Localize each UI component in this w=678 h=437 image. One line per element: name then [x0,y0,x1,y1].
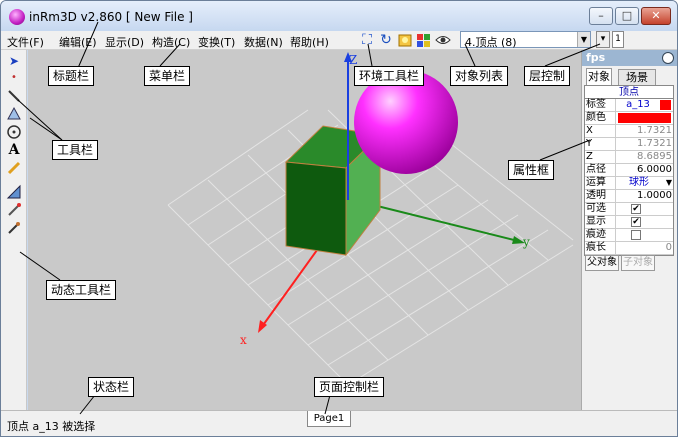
left-toolbar: ➤ • A [1,50,27,410]
circle-tool-icon[interactable] [6,124,22,140]
text-tool-icon[interactable]: A [6,142,22,158]
callout-page-control: 页面控制栏 [314,377,385,397]
close-button[interactable]: ✕ [641,7,671,25]
palette-icon[interactable] [416,32,432,48]
chevron-down-icon[interactable]: ▼ [577,32,590,47]
prop-row-color[interactable]: 颜色 [585,112,673,125]
select-arrow-icon[interactable]: ➤ [6,53,22,69]
property-header: 顶点 [585,86,673,99]
color-swatch[interactable] [618,113,671,123]
callout-property-box: 属性框 [508,160,555,180]
parent-object-button[interactable]: 父对象 [585,255,619,271]
minimize-button[interactable]: – [589,7,613,25]
window-title: inRm3D v2.860 [ New File ] [29,10,193,24]
status-text: 顶点 a_13 被选择 [7,420,96,433]
callout-layer-control: 层控制 [524,66,571,86]
prop-row-selectable[interactable]: 可选 ✔ [585,203,673,216]
fit-view-icon[interactable]: ⛶ [359,32,375,48]
visible-checkbox[interactable]: ✔ [631,217,641,227]
callout-title-bar: 标题栏 [48,66,95,86]
scene-canvas: Z x y [167,52,574,386]
property-panel: fps 对象 场景 顶点 标签 a_13 颜色 X 1.7321 Y 1.7321 … [581,50,677,410]
chevron-down-icon[interactable]: ▼ [666,177,672,189]
trace-checkbox[interactable] [631,230,641,240]
dropper-tool-icon[interactable] [6,220,22,236]
prop-row-trace[interactable]: 痕迹 [585,229,673,242]
property-table: 顶点 标签 a_13 颜色 X 1.7321 Y 1.7321 Z 8.6895 点径… [584,85,674,256]
point-tool-icon[interactable]: • [6,70,22,86]
title-bar: inRm3D v2.860 [ New File ] – □ ✕ [1,1,677,31]
menu-file[interactable]: 文件(F) [7,34,44,50]
callout-menu-bar: 菜单栏 [144,66,191,86]
prop-row-visible[interactable]: 显示 ✔ [585,216,673,229]
callout-dynamic-toolbar: 动态工具栏 [46,280,117,300]
prop-row-label[interactable]: 标签 a_13 [585,99,673,112]
tab-scene[interactable]: 场景 [618,69,656,86]
prop-row-render[interactable]: 运算 球形 ▼ [585,177,673,190]
prop-row-opacity[interactable]: 透明 1.0000 [585,190,673,203]
menu-data[interactable]: 数据(N) [244,34,283,50]
line-tool-icon[interactable] [6,88,22,104]
selectable-checkbox[interactable]: ✔ [631,204,641,214]
callout-env-toolbar: 环境工具栏 [354,66,425,86]
measure-tool-icon[interactable] [6,184,22,200]
menu-edit[interactable]: 编辑(E) [59,34,97,50]
eye-icon[interactable] [435,32,451,48]
app-logo-icon [9,9,25,25]
pencil-tool-icon[interactable] [6,160,22,176]
menu-view[interactable]: 显示(D) [105,34,144,50]
tab-object[interactable]: 对象 [586,68,612,85]
z-axis-label: Z [349,53,357,67]
object-list-select[interactable]: 4.顶点 (8) ▼ [460,31,591,49]
light-icon[interactable] [397,32,413,48]
prop-row-point-size[interactable]: 点径 6.0000 [585,164,673,177]
menu-help[interactable]: 帮助(H) [290,34,329,50]
prop-row-x[interactable]: X 1.7321 [585,125,673,138]
child-object-button[interactable]: 子对象 [621,255,655,271]
wand-tool-icon[interactable] [6,202,22,218]
x-axis-label: x [240,333,247,347]
app-window: inRm3D v2.860 [ New File ] – □ ✕ 文件(F) 编… [0,0,678,437]
maximize-button[interactable]: □ [615,7,639,25]
label-color-swatch [660,100,671,110]
page-tab[interactable]: Page1 [307,411,351,427]
prop-row-trace-length[interactable]: 痕长 0 [585,242,673,255]
refresh-icon[interactable]: ↻ [378,32,394,48]
layer-value[interactable]: 1 [612,31,624,48]
menu-construct[interactable]: 构造(C) [152,34,190,50]
callout-object-list: 对象列表 [450,66,509,86]
pin-icon[interactable] [662,52,674,64]
polygon-tool-icon[interactable] [6,106,22,122]
menu-transform[interactable]: 变换(T) [198,34,235,50]
prop-row-y[interactable]: Y 1.7321 [585,138,673,151]
callout-toolbar: 工具栏 [52,140,99,160]
layer-decrement-button[interactable]: ▾ [596,31,610,48]
object-list-value: 4.顶点 (8) [465,36,517,49]
3d-viewport[interactable]: Z x y [28,50,581,410]
y-axis-label: y [522,235,530,249]
prop-row-z[interactable]: Z 8.6895 [585,151,673,164]
callout-status-bar: 状态栏 [88,377,135,397]
